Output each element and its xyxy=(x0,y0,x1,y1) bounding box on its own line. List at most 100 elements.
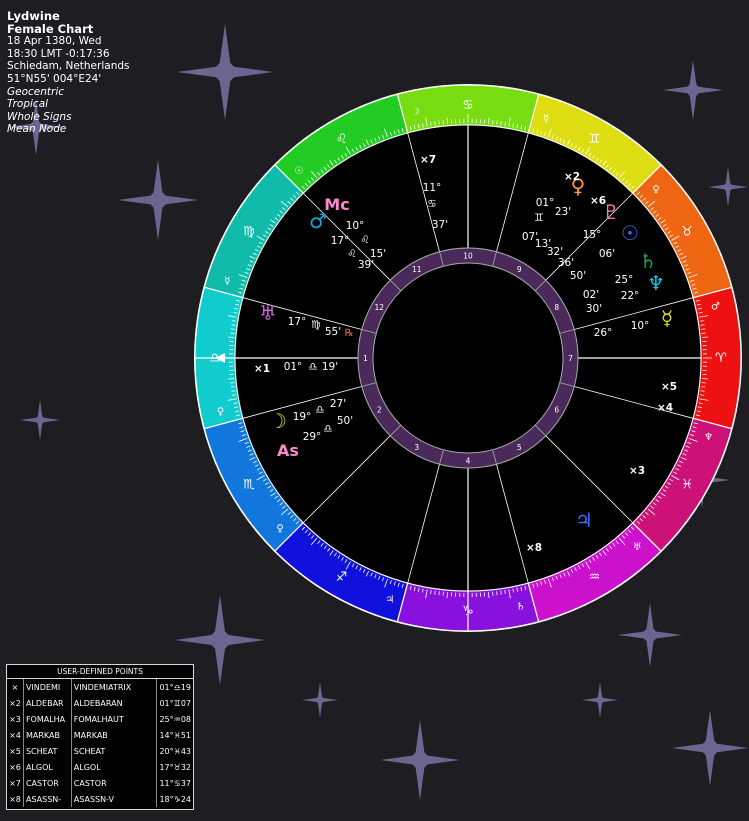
zodiac-glyph-1: ♈ xyxy=(715,351,727,366)
ruler-glyph-2: ♀ xyxy=(652,185,659,196)
user-point-mark: ×7 xyxy=(7,775,24,791)
user-point-short: MARKAB xyxy=(23,727,72,743)
house-number-7: 7 xyxy=(568,354,573,363)
position-label: 15° xyxy=(583,229,602,241)
position-label: 36' xyxy=(558,257,574,269)
user-point-row: ×2 ALDEBAR ALDEBARAN 01°♊07 xyxy=(7,695,193,711)
user-point-name: ALDEBARAN xyxy=(71,695,158,711)
zodiac-glyph-12: ♓ xyxy=(681,478,693,493)
user-point-name: CASTOR xyxy=(71,775,158,791)
degree-tick xyxy=(446,117,448,124)
house-number-8: 8 xyxy=(554,303,559,312)
position-label: ♎ xyxy=(308,361,317,373)
ruler-glyph-5: ☉ xyxy=(294,166,303,177)
user-point-row: ×3 FOMALHA FOMALHAUT 25°♒08 xyxy=(7,711,193,727)
degree-tick xyxy=(434,121,436,126)
user-point-row: ×6 ALGOL ALGOL 17°♉32 xyxy=(7,759,193,775)
fixed-star-marker-6[interactable]: ×6 xyxy=(590,195,606,207)
user-point-pos: 18°♑24 xyxy=(159,794,191,804)
position-label: 22° xyxy=(621,290,640,302)
house-number-9: 9 xyxy=(517,265,522,274)
ruler-glyph-9: ♃ xyxy=(385,595,394,606)
position-label: ♋ xyxy=(427,198,436,210)
ascendant-icon[interactable]: As xyxy=(277,441,299,460)
user-point-pos: 11°♋37 xyxy=(159,778,191,788)
user-defined-points-table: USER-DEFINED POINTS × VINDEMI VINDEMIATRIX… xyxy=(6,664,194,810)
position-label: 10° xyxy=(631,320,650,332)
saturn-icon[interactable]: ♄ xyxy=(639,249,657,273)
user-point-short: ASASSN- xyxy=(23,791,72,807)
house-number-4: 4 xyxy=(466,457,471,466)
position-label: 23' xyxy=(555,206,571,218)
position-label: 17° xyxy=(331,235,350,247)
ruler-glyph-4: ☽ xyxy=(411,107,420,118)
zodiac-glyph-8: ♏ xyxy=(243,478,255,493)
fixed-star-marker-2[interactable]: ×2 xyxy=(564,171,580,183)
user-point-row: ×7 CASTOR CASTOR 11°♋37 xyxy=(7,775,193,791)
zodiac-glyph-3: ♊ xyxy=(589,132,601,147)
degree-tick xyxy=(488,592,490,599)
retrograde-icon: ℞ xyxy=(345,328,354,339)
fixed-star-marker-1[interactable]: ×1 xyxy=(254,363,270,375)
user-point-short: ALDEBAR xyxy=(23,695,72,711)
house-number-10: 10 xyxy=(463,252,473,261)
jupiter-icon[interactable]: ♃ xyxy=(575,508,593,532)
position-label: ♎ xyxy=(315,404,324,416)
user-point-pos: 25°♒08 xyxy=(159,714,191,724)
ruler-glyph-3: ☿ xyxy=(543,113,549,124)
ruler-glyph-8: ♀ xyxy=(276,523,283,534)
position-label: 50' xyxy=(337,415,353,427)
degree-tick xyxy=(700,390,705,392)
house-number-6: 6 xyxy=(554,405,559,414)
zodiac-glyph-5: ♌ xyxy=(336,132,348,147)
zodiac-glyph-2: ♉ xyxy=(681,225,693,240)
user-point-pos: 17°♉32 xyxy=(159,762,191,772)
neptune-icon[interactable]: ♆ xyxy=(647,271,665,295)
house-number-5: 5 xyxy=(517,443,522,452)
moon-icon[interactable]: ☽ xyxy=(269,409,287,433)
mercury-icon[interactable]: ☿ xyxy=(661,306,673,330)
degree-tick xyxy=(227,378,234,380)
position-label: 11° xyxy=(423,182,442,194)
fixed-star-marker-7[interactable]: ×7 xyxy=(420,154,436,166)
position-label: ♌ xyxy=(360,234,369,246)
zodiac-glyph-6: ♍ xyxy=(243,225,255,240)
fixed-star-marker-3[interactable]: ×3 xyxy=(629,465,645,477)
position-label: 01° xyxy=(284,361,303,373)
user-point-mark: ×3 xyxy=(7,711,24,727)
fixed-star-marker-8[interactable]: ×8 xyxy=(526,542,542,554)
ruler-glyph-6: ☿ xyxy=(224,276,230,287)
position-label: ♊ xyxy=(534,212,543,224)
degree-tick xyxy=(488,117,490,124)
position-label: ♍ xyxy=(311,319,320,331)
zodiac-glyph-9: ♐ xyxy=(336,570,348,585)
midheaven-icon[interactable]: Mc xyxy=(324,195,349,214)
position-label: 02' xyxy=(583,289,599,301)
fixed-star-marker-4[interactable]: ×4 xyxy=(657,402,673,414)
user-point-mark: ×4 xyxy=(7,727,24,743)
user-point-name: SCHEAT xyxy=(71,743,158,759)
sun-icon[interactable]: ☉ xyxy=(621,221,639,245)
degree-tick xyxy=(702,336,709,338)
user-point-name: VINDEMIATRIX xyxy=(71,679,158,695)
position-label: 01° xyxy=(536,197,555,209)
degree-tick xyxy=(700,324,705,326)
user-point-pos: 01°♊07 xyxy=(159,698,191,708)
degree-tick xyxy=(500,121,502,126)
degree-tick xyxy=(446,592,448,599)
position-label: 29° xyxy=(303,431,322,443)
ruler-glyph-7: ♀ xyxy=(217,407,224,418)
uranus-icon[interactable]: ♅ xyxy=(259,301,277,325)
degree-tick xyxy=(231,324,236,326)
user-point-name: MARKAB xyxy=(71,727,158,743)
house-number-3: 3 xyxy=(414,443,419,452)
user-point-pos: 14°♓51 xyxy=(159,730,191,740)
position-label: 55' xyxy=(325,326,341,338)
user-point-short: ALGOL xyxy=(23,759,72,775)
position-label: ♌ xyxy=(347,248,356,260)
position-label: 37' xyxy=(432,219,448,231)
fixed-star-marker-5[interactable]: ×5 xyxy=(661,381,677,393)
position-label: 39' xyxy=(358,259,374,271)
position-label: 17° xyxy=(288,316,307,328)
ruler-glyph-10: ♄ xyxy=(516,601,525,612)
